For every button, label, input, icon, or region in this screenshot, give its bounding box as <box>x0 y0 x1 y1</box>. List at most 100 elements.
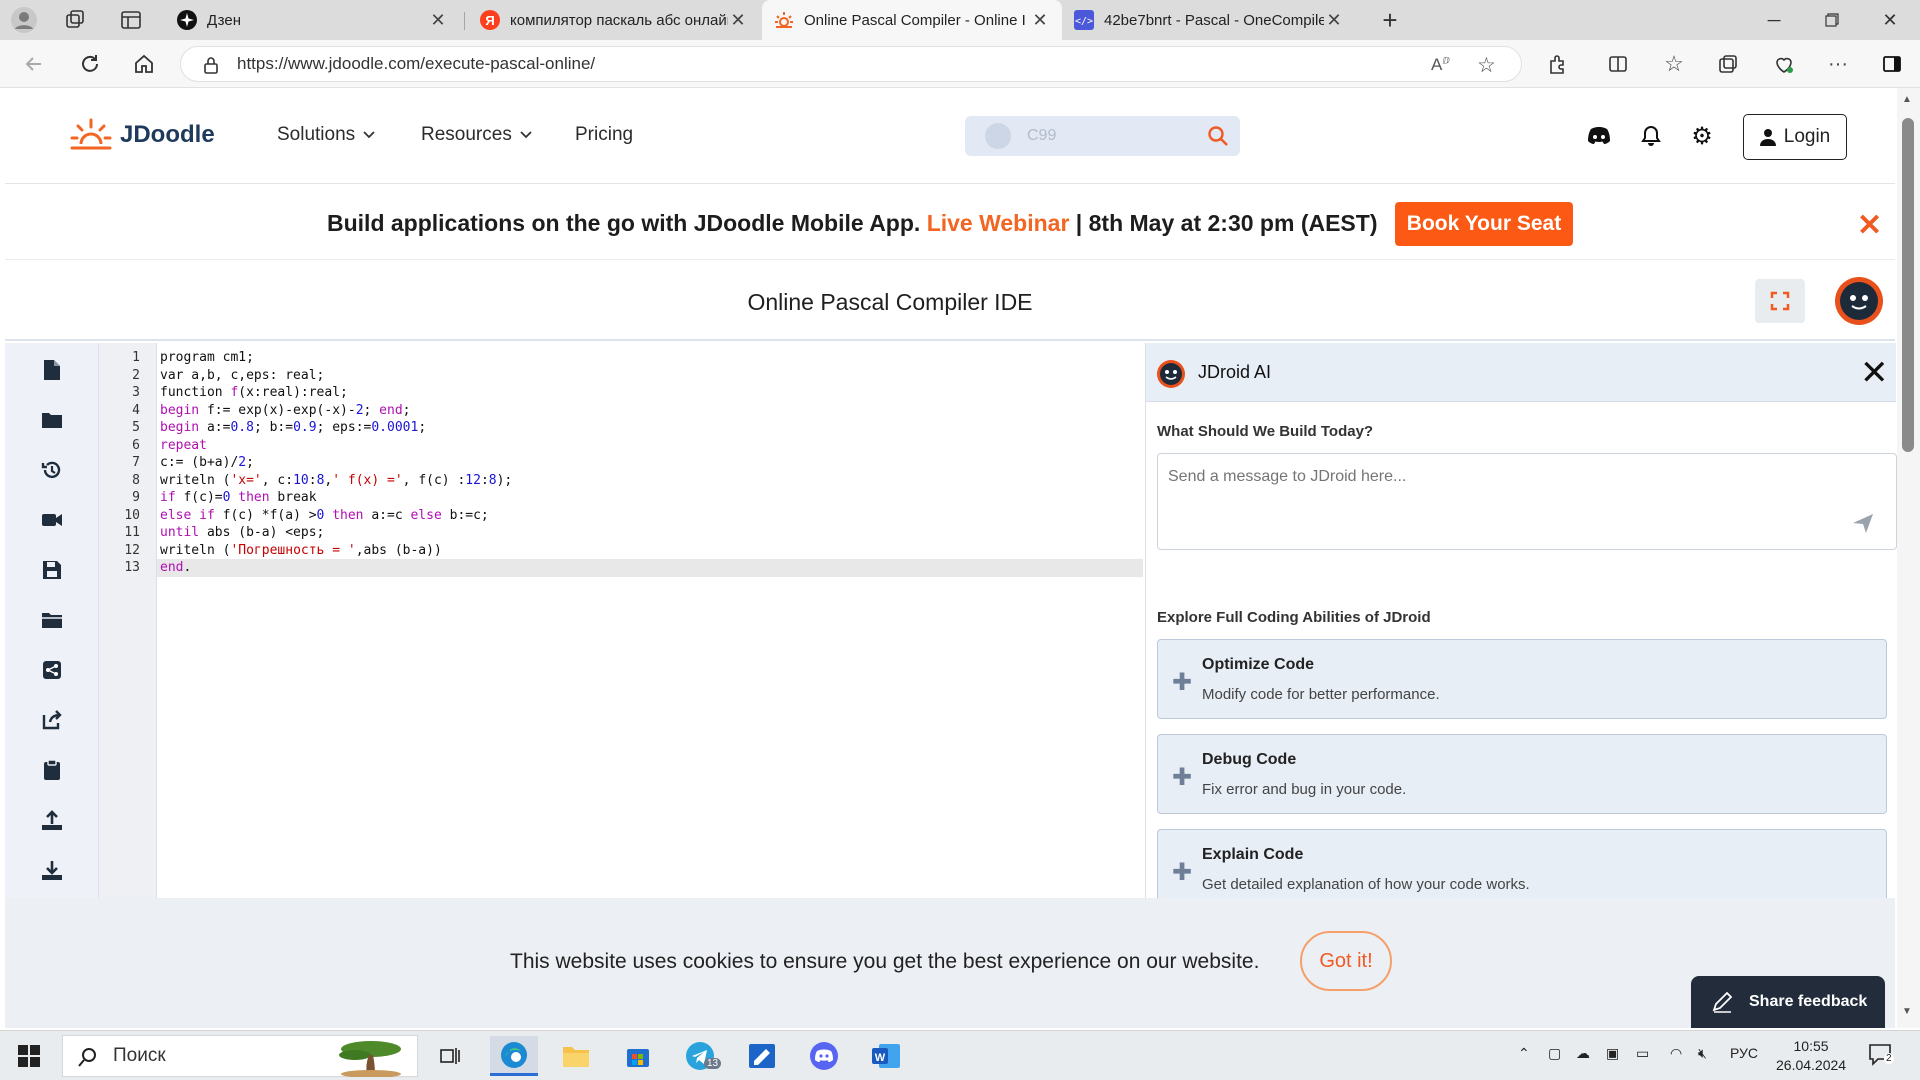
battery-icon[interactable]: ▭ <box>1636 1045 1649 1062</box>
tab-jdoodle[interactable]: Online Pascal Compiler - Online I ✕ <box>762 0 1062 40</box>
edge-app-icon[interactable] <box>490 1036 538 1076</box>
download-icon[interactable] <box>37 855 67 885</box>
code-line[interactable]: writeln ('x=', c:10:8,' f(x) =', f(c) :1… <box>160 472 512 490</box>
share-feedback-button[interactable]: Share feedback <box>1691 976 1885 1028</box>
volume-muted-icon[interactable]: 🔇︎ <box>1698 1045 1707 1062</box>
export-icon[interactable] <box>37 705 67 735</box>
discord-app-icon[interactable] <box>800 1036 848 1076</box>
address-bar[interactable]: https://www.jdoodle.com/execute-pascal-o… <box>180 46 1522 82</box>
code-line[interactable]: if f(c)=0 then break <box>160 489 317 507</box>
tab-close-icon[interactable]: ✕ <box>728 10 748 30</box>
code-line[interactable]: writeln ('Погрешность = ',abs (b-a)) <box>160 542 442 560</box>
settings-gear-icon[interactable]: ⚙ <box>1686 120 1718 152</box>
language-indicator[interactable]: РУС <box>1730 1045 1758 1061</box>
more-options-icon[interactable]: ··· <box>1818 44 1858 84</box>
code-line[interactable]: repeat <box>160 437 207 455</box>
code-line[interactable]: program cm1; <box>160 349 254 367</box>
task-view-icon[interactable] <box>426 1036 474 1076</box>
back-button[interactable] <box>14 44 54 84</box>
discord-icon[interactable] <box>1583 120 1615 152</box>
explain-code-card[interactable]: ✚ Explain Code Get detailed explanation … <box>1157 829 1887 909</box>
workspaces-icon[interactable] <box>64 9 86 31</box>
notification-center-icon[interactable]: 2 <box>1868 1043 1894 1067</box>
upload-icon[interactable] <box>37 805 67 835</box>
jdoodle-logo[interactable]: JDoodle <box>70 118 215 152</box>
scroll-down-icon[interactable]: ▼ <box>1902 1006 1912 1017</box>
collections-icon[interactable] <box>1708 44 1748 84</box>
code-line[interactable]: var a,b, c,eps: real; <box>160 367 324 385</box>
scroll-up-icon[interactable]: ▲ <box>1902 94 1912 105</box>
jdroid-toggle-button[interactable] <box>1834 276 1884 326</box>
tab-actions-icon[interactable] <box>120 9 142 31</box>
tab-yandex[interactable]: Я компилятор паскаль абс онлайн ✕ <box>468 0 760 40</box>
tab-onecompiler[interactable]: </> 42be7bnrt - Pascal - OneCompiler ✕ <box>1062 0 1356 40</box>
split-screen-icon[interactable] <box>1598 44 1638 84</box>
fullscreen-button[interactable] <box>1755 279 1805 323</box>
code-token: , f(c) : <box>402 472 466 488</box>
menu-resources[interactable]: Resources <box>421 124 532 146</box>
onedrive-cloud-icon[interactable]: ☁ <box>1576 1045 1590 1062</box>
home-button[interactable] <box>124 44 164 84</box>
refresh-button[interactable] <box>70 44 110 84</box>
tab-dzen[interactable]: Дзен ✕ <box>165 0 460 40</box>
scrollbar-thumb[interactable] <box>1902 118 1914 452</box>
code-line[interactable]: until abs (b-a) <eps; <box>160 524 324 542</box>
tray-device-icon[interactable]: ▢ <box>1548 1045 1561 1062</box>
maximize-button[interactable] <box>1804 0 1860 40</box>
close-window-button[interactable]: ✕ <box>1862 0 1918 40</box>
favorites-icon[interactable]: ☆ <box>1654 44 1694 84</box>
code-editor[interactable]: program cm1; var a,b, c,eps: real; functio… <box>157 343 1143 898</box>
tray-chevron-up-icon[interactable]: ⌃ <box>1518 1045 1530 1062</box>
optimize-code-card[interactable]: ✚ Optimize Code Modify code for better p… <box>1157 639 1887 719</box>
projects-folder-icon[interactable] <box>37 605 67 635</box>
minimize-button[interactable]: ─ <box>1746 0 1802 40</box>
read-aloud-icon[interactable]: Aⅅ <box>1431 55 1450 75</box>
history-icon[interactable] <box>37 455 67 485</box>
send-icon[interactable] <box>1851 511 1875 535</box>
menu-pricing[interactable]: Pricing <box>575 124 633 146</box>
new-tab-button[interactable]: + <box>1374 4 1406 36</box>
system-clock[interactable]: 10:55 26.04.2024 <box>1776 1037 1846 1075</box>
share-icon[interactable] <box>37 655 67 685</box>
word-app-icon[interactable]: W <box>862 1036 910 1076</box>
video-icon[interactable] <box>37 505 67 535</box>
file-explorer-icon[interactable] <box>552 1036 600 1076</box>
book-seat-button[interactable]: Book Your Seat <box>1395 202 1573 246</box>
code-token: : <box>308 472 317 488</box>
code-line[interactable]: begin f:= exp(x)-exp(-x)-2; end; <box>160 402 410 420</box>
new-file-icon[interactable] <box>37 355 67 385</box>
sticky-app-icon[interactable] <box>738 1036 786 1076</box>
code-line[interactable]: else if f(c) *f(a) >0 then a:=c else b:=… <box>160 507 489 525</box>
save-icon[interactable] <box>37 555 67 585</box>
search-icon[interactable] <box>1207 125 1229 147</box>
telegram-icon[interactable]: 13 <box>676 1036 724 1076</box>
microsoft-store-icon[interactable] <box>614 1036 662 1076</box>
tray-app-icon[interactable]: ▣ <box>1606 1045 1619 1062</box>
code-line[interactable]: end. <box>157 559 1143 577</box>
jdroid-message-input[interactable] <box>1157 453 1897 550</box>
tab-close-icon[interactable]: ✕ <box>428 10 448 30</box>
profile-icon[interactable] <box>10 6 38 34</box>
debug-code-card[interactable]: ✚ Debug Code Fix error and bug in your c… <box>1157 734 1887 814</box>
tab-close-icon[interactable]: ✕ <box>1030 10 1050 30</box>
browser-essentials-icon[interactable] <box>1764 44 1804 84</box>
sidebar-toggle-icon[interactable] <box>1872 44 1912 84</box>
code-line[interactable]: function f(x:real):real; <box>160 384 348 402</box>
notifications-bell-icon[interactable] <box>1635 120 1667 152</box>
favorite-star-icon[interactable]: ☆ <box>1477 53 1496 78</box>
tab-close-icon[interactable]: ✕ <box>1324 10 1344 30</box>
jdroid-close-icon[interactable]: ✕ <box>1860 353 1889 393</box>
code-line[interactable]: begin a:=0.8; b:=0.9; eps:=0.0001; <box>160 419 426 437</box>
open-folder-icon[interactable] <box>37 405 67 435</box>
clipboard-icon[interactable] <box>37 755 67 785</box>
extensions-icon[interactable] <box>1538 44 1578 84</box>
login-button[interactable]: Login <box>1743 114 1847 160</box>
menu-solutions[interactable]: Solutions <box>277 124 375 146</box>
taskbar-search[interactable]: Поиск <box>62 1035 418 1077</box>
cookie-accept-button[interactable]: Got it! <box>1300 931 1392 991</box>
banner-close-icon[interactable]: ✕ <box>1857 208 1882 243</box>
wifi-icon[interactable]: ◠ <box>1670 1045 1682 1062</box>
code-line[interactable]: c:= (b+a)/2; <box>160 454 254 472</box>
language-search-input[interactable]: C99 <box>965 116 1240 156</box>
windows-start-icon[interactable] <box>18 1045 40 1067</box>
